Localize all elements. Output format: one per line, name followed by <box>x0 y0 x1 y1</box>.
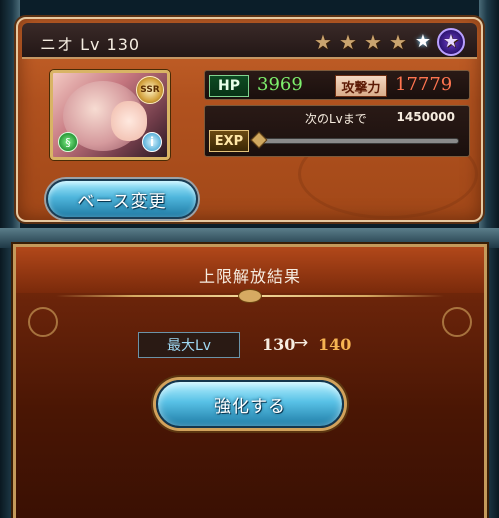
info-icon[interactable]: i <box>142 132 162 152</box>
exp-next-value: 1450000 <box>396 110 455 124</box>
max-lv-label: 最大Lv <box>138 332 240 358</box>
lv-to: 140 <box>318 335 352 354</box>
purple-star-icon: ★ <box>437 28 465 56</box>
wind-element-icon: § <box>58 132 78 152</box>
atk-label: 攻撃力 <box>335 75 387 97</box>
result-header: 上限解放結果 <box>16 247 484 293</box>
panel-ornament <box>28 307 58 337</box>
card-header: ニオ Lv 130 ★ ★ ★ ★ ★ ★ <box>22 23 477 59</box>
star-icon: ★ <box>389 30 407 54</box>
hp-atk-panel: HP 3969 攻撃力 17779 <box>204 70 470 100</box>
star-rating: ★ ★ ★ ★ ★ ★ <box>312 28 465 56</box>
header-ornament <box>238 289 262 303</box>
character-portrait[interactable]: SSR § i <box>50 70 170 160</box>
exp-bar <box>259 138 459 144</box>
lv-arrow: → <box>294 333 309 353</box>
star-icon: ★ <box>364 30 382 54</box>
enhance-button[interactable]: 強化する <box>156 380 344 428</box>
character-name-level: ニオ Lv 130 <box>40 35 141 54</box>
result-title: 上限解放結果 <box>198 267 301 286</box>
exp-next-label: 次のLvまで <box>305 112 367 126</box>
star-icon: ★ <box>314 30 332 54</box>
hp-label: HP <box>209 75 249 97</box>
panel-ornament <box>442 307 472 337</box>
atk-value: 17779 <box>395 74 453 95</box>
character-card: ニオ Lv 130 ★ ★ ★ ★ ★ ★ SSR § i HP 3969 攻撃… <box>16 17 483 222</box>
base-change-button[interactable]: ベース変更 <box>46 179 198 219</box>
lv-from: 130 <box>262 335 296 354</box>
hp-value: 3969 <box>257 74 303 95</box>
exp-bar-marker <box>250 131 268 149</box>
white-star-icon: ★ <box>414 31 432 52</box>
exp-panel: 次のLvまで 1450000 EXP <box>204 105 470 157</box>
limit-break-result-panel: 上限解放結果 最大Lv 130 → 140 強化する <box>13 244 487 518</box>
portrait-face <box>111 101 147 141</box>
star-icon: ★ <box>339 30 357 54</box>
ssr-badge: SSR <box>136 76 164 104</box>
exp-label: EXP <box>209 130 249 152</box>
